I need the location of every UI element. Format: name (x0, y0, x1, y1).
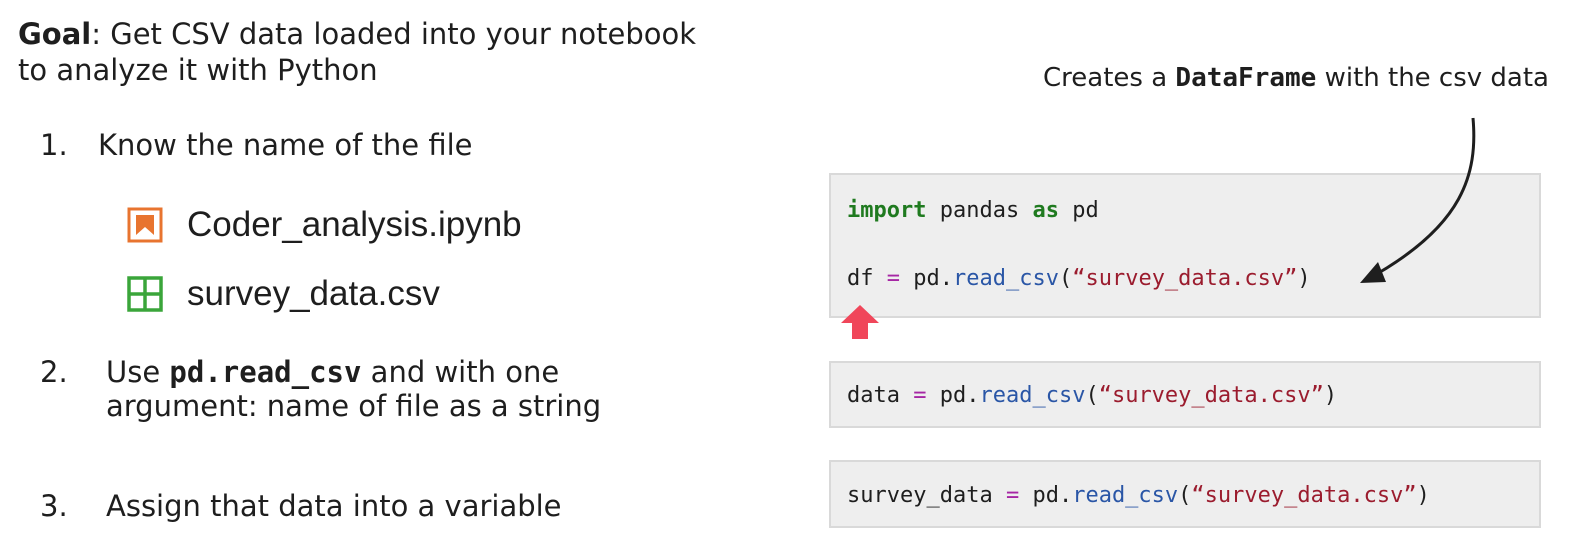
arrows-overlay (841, 117, 1476, 339)
arrow-head-icon (1360, 262, 1386, 283)
curved-arrow-icon (1374, 117, 1476, 277)
up-arrow-icon (841, 305, 879, 339)
